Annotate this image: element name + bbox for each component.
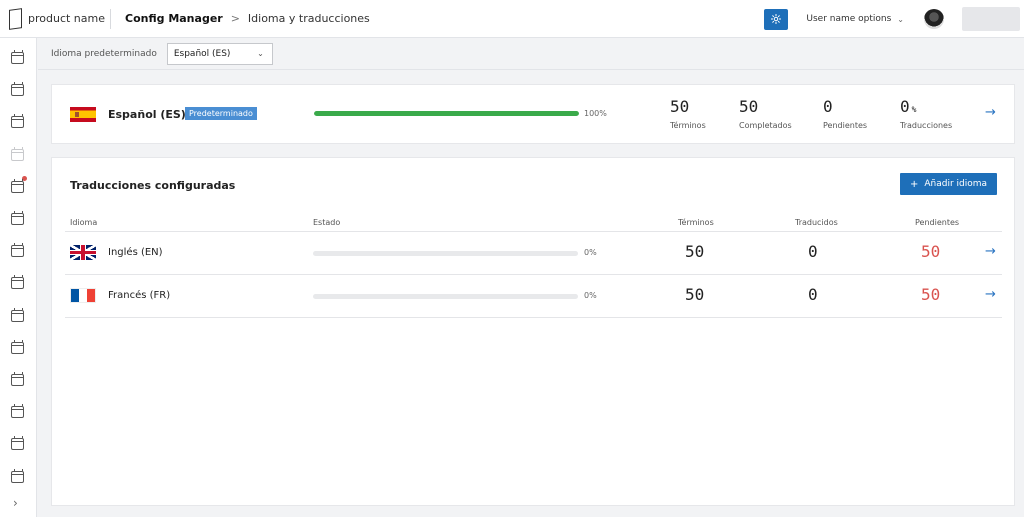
top-header: product name Config Manager > Idioma y t… <box>0 0 1024 38</box>
chevron-down-icon: ⌄ <box>897 14 904 24</box>
pending-count: 50 <box>921 285 941 304</box>
settings-button[interactable] <box>764 8 789 30</box>
product-logo[interactable]: product name <box>0 0 110 38</box>
calendar-icon[interactable] <box>11 82 24 96</box>
translated-count: 0 <box>808 242 818 261</box>
default-progress-bar <box>314 111 579 116</box>
calendar-icon[interactable] <box>11 308 24 322</box>
stat-terms-value: 50 <box>670 97 690 116</box>
notification-dot <box>22 176 27 181</box>
terms-count: 50 <box>685 242 705 261</box>
calendar-icon[interactable] <box>11 243 24 257</box>
product-name: product name <box>28 12 105 25</box>
add-language-label: Añadir idioma <box>924 179 988 189</box>
plus-icon: + <box>909 178 919 190</box>
language-progress-bar <box>313 294 578 299</box>
language-name: Inglés (EN) <box>108 247 163 258</box>
calendar-icon[interactable] <box>11 176 27 193</box>
table-row[interactable]: Francés (FR) 0% 50 0 50 → <box>65 275 1002 317</box>
column-header-pending: Pendientes <box>915 218 960 227</box>
stat-translations-label: Traducciones <box>900 121 953 130</box>
breadcrumb: Config Manager > Idioma y traducciones <box>125 12 370 25</box>
calendar-icon[interactable] <box>11 50 24 64</box>
terms-count: 50 <box>685 285 705 304</box>
header-divider <box>110 8 111 29</box>
stat-translations-value: 0% <box>900 97 917 116</box>
chevron-right-icon[interactable]: › <box>13 496 18 510</box>
calendar-icon[interactable] <box>11 436 24 450</box>
header-placeholder-box[interactable] <box>962 7 1020 31</box>
arrow-right-icon[interactable]: → <box>985 244 996 259</box>
table-row[interactable]: Inglés (EN) 0% 50 0 50 → <box>65 232 1002 274</box>
default-language-value: Español (ES) <box>173 48 231 59</box>
translations-card: Traducciones configuradas + Añadir idiom… <box>51 157 1015 506</box>
page-title: Idioma y traducciones <box>247 12 370 25</box>
language-name: Francés (FR) <box>108 290 171 301</box>
arrow-right-icon[interactable]: → <box>985 287 996 302</box>
default-language-select[interactable]: Español (ES) ⌄ <box>166 42 273 65</box>
column-header-terms: Términos <box>678 218 714 227</box>
pending-count: 50 <box>921 242 941 261</box>
user-options-menu[interactable]: User name options ⌄ <box>806 14 904 24</box>
default-language-card[interactable]: Español (ES) Predeterminado 100% 50 Térm… <box>51 84 1015 144</box>
row-divider <box>65 317 1002 318</box>
default-language-label: Idioma predeterminado <box>51 48 157 59</box>
stat-terms-label: Términos <box>670 121 706 130</box>
chevron-down-icon: ⌄ <box>257 49 264 58</box>
translated-count: 0 <box>808 285 818 304</box>
language-progress-bar <box>313 251 578 256</box>
sidebar: › <box>0 38 37 517</box>
stat-completed-label: Completados <box>739 121 792 130</box>
breadcrumb-separator: > <box>230 12 240 25</box>
france-flag-icon <box>70 288 96 303</box>
language-progress-label: 0% <box>584 291 597 300</box>
stat-pending-label: Pendientes <box>823 121 868 130</box>
calendar-icon[interactable] <box>11 469 24 483</box>
breadcrumb-app[interactable]: Config Manager <box>125 12 223 25</box>
default-badge: Predeterminado <box>185 107 257 120</box>
logo-icon <box>9 7 22 30</box>
arrow-right-icon[interactable]: → <box>985 105 996 120</box>
spain-flag-icon <box>70 107 96 122</box>
stat-pending-value: 0 <box>823 97 833 116</box>
calendar-icon[interactable] <box>11 404 24 418</box>
translations-title: Traducciones configuradas <box>70 179 236 192</box>
gear-icon <box>771 14 782 24</box>
calendar-icon[interactable] <box>11 147 24 161</box>
column-header-status: Estado <box>313 218 341 227</box>
uk-flag-icon <box>70 245 96 260</box>
add-language-button[interactable]: + Añadir idioma <box>900 173 997 195</box>
calendar-icon[interactable] <box>11 211 24 225</box>
default-language-name: Español (ES) <box>108 108 186 121</box>
stat-completed-value: 50 <box>739 97 759 116</box>
column-header-translated: Traducidos <box>795 218 838 227</box>
language-progress-label: 0% <box>584 248 597 257</box>
column-header-language: Idioma <box>70 218 98 227</box>
calendar-icon[interactable] <box>11 114 24 128</box>
default-progress-label: 100% <box>584 109 607 118</box>
calendar-icon[interactable] <box>11 340 24 354</box>
default-progress-fill <box>314 111 579 116</box>
avatar[interactable] <box>924 9 944 29</box>
header-actions: User name options ⌄ <box>764 0 1024 38</box>
user-options-label: User name options <box>806 14 892 24</box>
language-toolbar: Idioma predeterminado Español (ES) ⌄ <box>38 38 1024 70</box>
calendar-icon[interactable] <box>11 372 24 386</box>
calendar-icon[interactable] <box>11 275 24 289</box>
